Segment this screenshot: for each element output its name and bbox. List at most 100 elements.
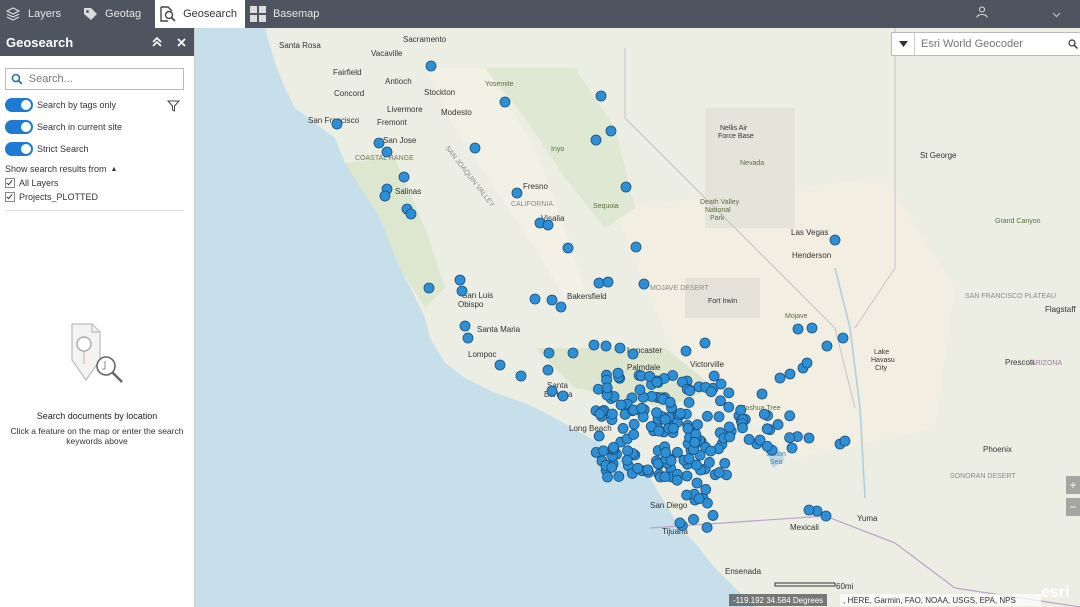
project-pin[interactable] [803, 432, 815, 444]
project-pin[interactable] [602, 471, 613, 483]
project-pin[interactable] [723, 387, 735, 399]
project-pin[interactable] [634, 384, 646, 396]
project-pin[interactable] [456, 285, 468, 297]
project-pin[interactable] [630, 241, 642, 253]
collapse-panel-button[interactable] [150, 35, 164, 49]
project-pin[interactable] [735, 404, 747, 416]
project-pin[interactable] [462, 332, 474, 344]
project-pin[interactable] [737, 422, 748, 434]
project-pin[interactable] [801, 357, 813, 369]
all-layers-checkbox[interactable] [5, 178, 15, 188]
project-pin[interactable] [542, 219, 554, 231]
project-pin[interactable] [665, 455, 677, 466]
project-pin[interactable] [699, 337, 711, 349]
project-pin[interactable] [829, 234, 841, 246]
project-pin[interactable] [423, 282, 435, 294]
geocoder-source-dropdown[interactable] [892, 33, 915, 55]
map-attribution[interactable]: , HERE, Garmin, FAO, NOAA, USGS, EPA, NP… [840, 594, 1041, 606]
project-pin[interactable] [692, 419, 703, 431]
project-pin[interactable] [701, 410, 713, 422]
close-panel-button[interactable] [174, 35, 188, 49]
project-pin[interactable] [784, 410, 796, 422]
zoom-out-button[interactable]: − [1066, 498, 1080, 516]
project-pin[interactable] [803, 504, 815, 516]
project-pin[interactable] [511, 187, 523, 199]
project-pin[interactable] [715, 395, 726, 407]
project-pin[interactable] [590, 134, 602, 146]
project-pin[interactable] [381, 146, 393, 158]
user-icon[interactable] [976, 6, 992, 22]
project-pin[interactable] [713, 411, 725, 423]
project-pin[interactable] [601, 382, 613, 394]
project-pin[interactable] [705, 445, 717, 457]
tab-layers[interactable]: Layers [0, 0, 69, 28]
project-pin[interactable] [688, 513, 699, 525]
project-pin[interactable] [606, 408, 618, 420]
project-pin[interactable] [515, 370, 527, 382]
project-pin[interactable] [598, 445, 609, 457]
project-pin[interactable] [628, 429, 640, 440]
project-pin[interactable] [701, 522, 713, 533]
project-pin[interactable] [636, 402, 648, 414]
project-pin[interactable] [743, 434, 755, 445]
project-pin[interactable] [529, 293, 541, 305]
project-pin[interactable] [704, 457, 715, 468]
project-pin[interactable] [331, 118, 343, 130]
project-pin[interactable] [459, 320, 471, 332]
search-by-tags-toggle[interactable] [5, 98, 33, 112]
project-pin[interactable] [691, 459, 702, 471]
project-pin[interactable] [567, 347, 579, 359]
project-pin[interactable] [772, 419, 784, 430]
project-pin[interactable] [651, 407, 662, 419]
project-pin[interactable] [620, 181, 632, 193]
project-pin[interactable] [653, 425, 665, 437]
project-pin[interactable] [792, 323, 804, 335]
project-pin[interactable] [786, 442, 798, 454]
project-pin[interactable] [680, 345, 692, 357]
project-pin[interactable] [593, 277, 605, 289]
project-pin[interactable] [546, 294, 558, 306]
zoom-in-button[interactable]: + [1066, 476, 1080, 494]
project-pin[interactable] [622, 445, 633, 457]
project-pin[interactable] [784, 368, 796, 380]
project-pin[interactable] [839, 435, 851, 447]
project-pin[interactable] [708, 370, 720, 382]
project-pin[interactable] [806, 322, 818, 334]
project-pin[interactable] [700, 484, 712, 495]
project-pin[interactable] [784, 432, 796, 444]
filter-icon[interactable] [166, 100, 181, 112]
project-pin[interactable] [820, 510, 832, 522]
project-pin[interactable] [719, 457, 731, 469]
project-pin[interactable] [674, 517, 686, 529]
project-pin[interactable] [543, 347, 555, 359]
project-pin[interactable] [600, 340, 612, 352]
strict-search-toggle[interactable] [5, 142, 33, 156]
project-pin[interactable] [723, 421, 735, 433]
chevron-down-icon[interactable] [1052, 9, 1062, 19]
project-pin[interactable] [756, 388, 768, 400]
project-pin[interactable] [632, 462, 644, 474]
project-pin[interactable] [667, 422, 679, 434]
project-pin[interactable] [425, 60, 437, 72]
project-pin[interactable] [628, 418, 640, 430]
geocoder-search[interactable] [891, 32, 1066, 56]
project-pin[interactable] [499, 96, 511, 108]
project-pin[interactable] [761, 440, 773, 452]
project-pin[interactable] [454, 274, 466, 286]
project-pin[interactable] [562, 242, 574, 254]
user-menu[interactable] [976, 0, 1080, 28]
tab-geosearch[interactable]: Geosearch [155, 0, 245, 28]
project-pin[interactable] [681, 489, 693, 501]
project-pin[interactable] [774, 372, 786, 384]
map-view[interactable]: Santa Rosa Sacramento Vacaville Fairfiel… [195, 28, 1080, 607]
project-pin[interactable] [605, 125, 617, 137]
project-pin[interactable] [469, 142, 481, 154]
geocoder-input[interactable] [915, 37, 1065, 51]
project-pin[interactable] [379, 190, 391, 202]
project-pin[interactable] [689, 436, 701, 448]
project-pin[interactable] [606, 461, 618, 473]
project-pin[interactable] [642, 464, 654, 476]
geocoder-search-button[interactable] [1065, 32, 1080, 56]
project-pin[interactable] [608, 442, 619, 453]
project-pin[interactable] [713, 467, 725, 478]
